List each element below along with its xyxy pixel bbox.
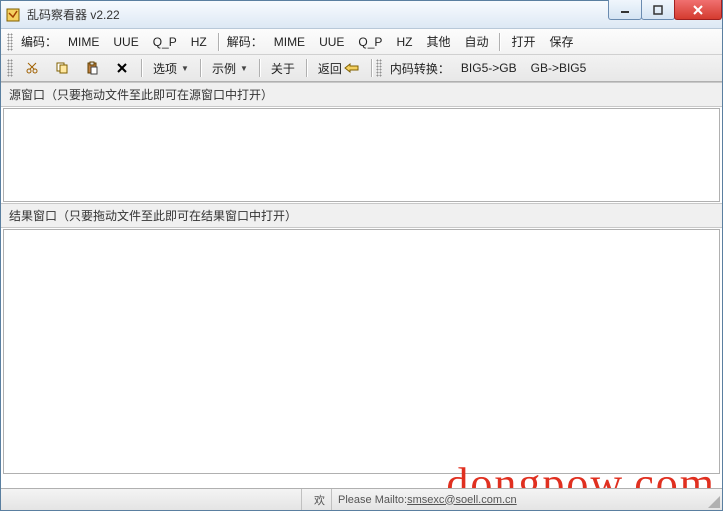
title-bar[interactable]: 乱码察看器 v2.22 (1, 1, 722, 29)
resize-grip[interactable] (702, 490, 720, 508)
maximize-icon (653, 5, 663, 15)
decode-mime-button[interactable]: MIME (267, 32, 312, 52)
status-left (1, 489, 301, 510)
window-controls (609, 0, 722, 20)
toolbar-separator (259, 59, 260, 77)
scissors-icon (24, 60, 40, 76)
toolbar-separator (371, 59, 372, 77)
toolbar-separator (306, 59, 307, 77)
paste-button[interactable] (77, 57, 107, 79)
encode-uue-button[interactable]: UUE (106, 32, 145, 52)
toolbar-separator (218, 33, 219, 51)
copy-icon (54, 60, 70, 76)
decode-other-button[interactable]: 其他 (419, 30, 457, 53)
maximize-button[interactable] (641, 0, 675, 20)
back-button[interactable]: 返回 (311, 57, 367, 80)
examples-button[interactable]: 示例 ▼ (205, 57, 255, 80)
content-area: 源窗口（只要拖动文件至此即可在源窗口中打开） 结果窗口（只要拖动文件至此即可在结… (1, 82, 722, 474)
decode-uue-button[interactable]: UUE (312, 32, 351, 52)
chevron-down-icon: ▼ (181, 64, 189, 73)
source-textarea[interactable] (3, 108, 720, 202)
decode-qp-button[interactable]: Q_P (351, 32, 389, 52)
cut-button[interactable] (17, 57, 47, 79)
hand-point-icon (344, 60, 360, 76)
toolbar-area: 编码： MIME UUE Q_P HZ 解码： MIME UUE Q_P HZ … (1, 29, 722, 82)
about-button[interactable]: 关于 (264, 57, 302, 80)
status-bar: 欢 Please Mailto: smsexc@soell.com.cn (1, 488, 722, 510)
open-button[interactable]: 打开 (504, 30, 542, 53)
delete-icon (114, 60, 130, 76)
decode-label: 解码： (223, 33, 267, 50)
status-mailto: Please Mailto: smsexc@soell.com.cn (331, 489, 722, 510)
close-icon (692, 5, 704, 15)
toolbar-separator (200, 59, 201, 77)
toolbar-separator (499, 33, 500, 51)
toolbar-grip[interactable] (7, 59, 13, 77)
toolbar-row-2: 选项 ▼ 示例 ▼ 关于 返回 内码转换： BIG5->GB GB->BIG5 (1, 55, 722, 81)
save-button[interactable]: 保存 (542, 30, 580, 53)
close-button[interactable] (674, 0, 722, 20)
decode-auto-button[interactable]: 自动 (457, 30, 495, 53)
mailto-prefix: Please Mailto: (338, 494, 407, 506)
mailto-link[interactable]: smsexc@soell.com.cn (407, 494, 517, 506)
result-pane-header: 结果窗口（只要拖动文件至此即可在结果窗口中打开） (1, 203, 722, 228)
source-pane-header: 源窗口（只要拖动文件至此即可在源窗口中打开） (1, 82, 722, 107)
app-icon (5, 7, 21, 23)
back-label: 返回 (318, 60, 342, 77)
source-pane: 源窗口（只要拖动文件至此即可在源窗口中打开） (1, 82, 722, 202)
toolbar-row-1: 编码： MIME UUE Q_P HZ 解码： MIME UUE Q_P HZ … (1, 29, 722, 55)
chevron-down-icon: ▼ (240, 64, 248, 73)
big5-to-gb-button[interactable]: BIG5->GB (454, 58, 524, 78)
encode-mime-button[interactable]: MIME (61, 32, 106, 52)
paste-icon (84, 60, 100, 76)
options-button[interactable]: 选项 ▼ (146, 57, 196, 80)
delete-button[interactable] (107, 57, 137, 79)
status-hint: 欢 (301, 489, 331, 510)
decode-hz-button[interactable]: HZ (389, 32, 419, 52)
app-window: 乱码察看器 v2.22 编码： MIME UUE Q_P HZ 解码： MIME… (0, 0, 723, 511)
result-pane: 结果窗口（只要拖动文件至此即可在结果窗口中打开） (1, 203, 722, 474)
minimize-button[interactable] (608, 0, 642, 20)
encode-qp-button[interactable]: Q_P (146, 32, 184, 52)
minimize-icon (620, 5, 630, 15)
gb-to-big5-button[interactable]: GB->BIG5 (524, 58, 594, 78)
toolbar-grip[interactable] (7, 33, 13, 51)
options-label: 选项 (153, 60, 177, 77)
examples-label: 示例 (212, 60, 236, 77)
toolbar-grip[interactable] (376, 59, 382, 77)
codeconv-label: 内码转换： (386, 60, 454, 77)
toolbar-separator (141, 59, 142, 77)
result-textarea[interactable] (3, 229, 720, 474)
encode-hz-button[interactable]: HZ (184, 32, 214, 52)
copy-button[interactable] (47, 57, 77, 79)
encode-label: 编码： (17, 33, 61, 50)
